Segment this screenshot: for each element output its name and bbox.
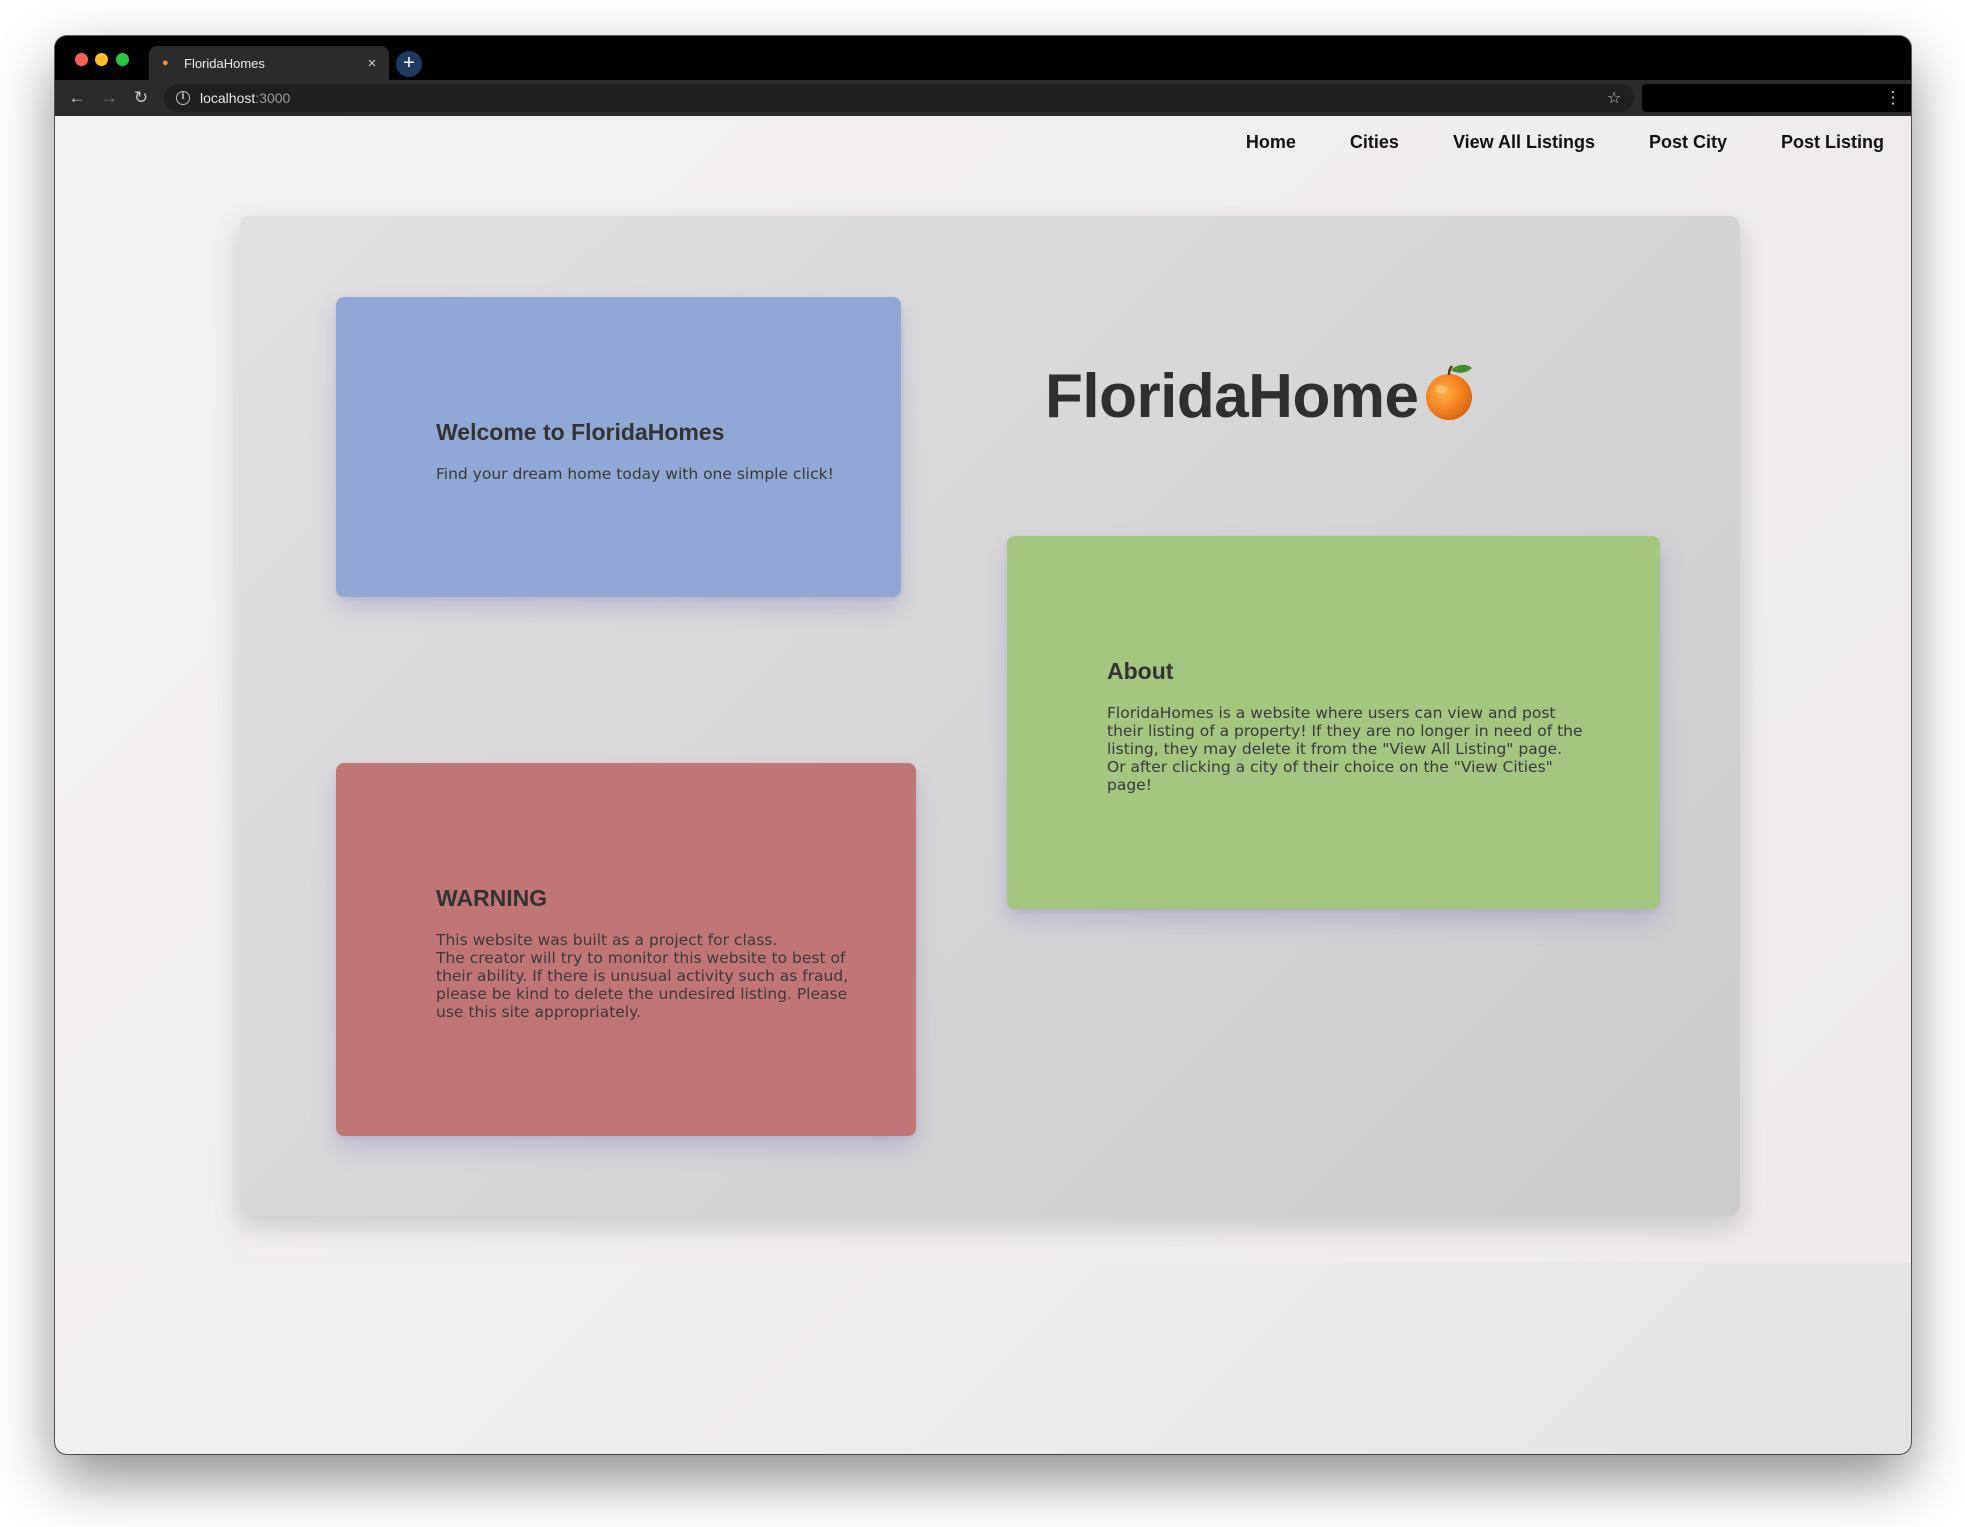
site-info-icon[interactable]: i xyxy=(176,91,190,105)
nav-post-city-link[interactable]: Post City xyxy=(1649,132,1727,160)
tab-title: FloridaHomes xyxy=(184,55,265,71)
welcome-card: Welcome to FloridaHomes Find your dream … xyxy=(336,297,901,597)
forward-arrow-icon[interactable]: → xyxy=(96,85,122,111)
browser-window: ● FloridaHomes × + ← → ↻ i localhost:300… xyxy=(55,36,1911,1454)
orange-icon xyxy=(1426,364,1473,420)
logo-text: FloridaHome xyxy=(1045,361,1419,431)
maximize-window-button[interactable] xyxy=(116,53,129,66)
main-panel: Welcome to FloridaHomes Find your dream … xyxy=(240,216,1740,1216)
browser-toolbar: ← → ↻ i localhost:3000 ☆ ⋮ xyxy=(55,80,1911,116)
site-logo: FloridaHome xyxy=(1045,356,1476,436)
about-card: About FloridaHomes is a website where us… xyxy=(1007,536,1660,909)
reload-icon[interactable]: ↻ xyxy=(128,85,154,111)
page-viewport: Home Cities View All Listings Post City … xyxy=(55,116,1911,1454)
nav-home-link[interactable]: Home xyxy=(1246,132,1296,160)
warning-card: WARNING This website was built as a proj… xyxy=(336,763,916,1136)
welcome-title: Welcome to FloridaHomes xyxy=(436,419,725,445)
url-text: localhost:3000 xyxy=(200,90,291,106)
tab-strip: ● FloridaHomes × + xyxy=(55,36,1911,80)
extensions-area xyxy=(1642,84,1911,112)
about-text: FloridaHomes is a website where users ca… xyxy=(1107,704,1583,794)
tab-close-icon[interactable]: × xyxy=(361,55,383,72)
address-bar[interactable]: i localhost:3000 ☆ xyxy=(164,84,1634,112)
warning-text: This website was built as a project for … xyxy=(436,931,849,1021)
bookmark-star-icon[interactable]: ☆ xyxy=(1600,88,1628,108)
nav-view-all-listings-link[interactable]: View All Listings xyxy=(1453,132,1595,160)
app-area: Home Cities View All Listings Post City … xyxy=(55,116,1911,1263)
warning-title: WARNING xyxy=(436,885,548,911)
nav-cities-link[interactable]: Cities xyxy=(1350,132,1399,160)
back-arrow-icon[interactable]: ← xyxy=(64,85,90,111)
new-tab-button[interactable]: + xyxy=(396,51,422,77)
minimize-window-button[interactable] xyxy=(95,53,108,66)
orange-favicon-icon: ● xyxy=(162,57,169,69)
about-title: About xyxy=(1107,658,1174,684)
welcome-text: Find your dream home today with one simp… xyxy=(436,465,834,483)
browser-tab[interactable]: ● FloridaHomes × xyxy=(149,46,389,80)
close-window-button[interactable] xyxy=(75,53,88,66)
top-navigation: Home Cities View All Listings Post City … xyxy=(1246,132,1884,160)
nav-post-listing-link[interactable]: Post Listing xyxy=(1781,132,1884,160)
browser-menu-icon[interactable]: ⋮ xyxy=(1883,84,1903,112)
